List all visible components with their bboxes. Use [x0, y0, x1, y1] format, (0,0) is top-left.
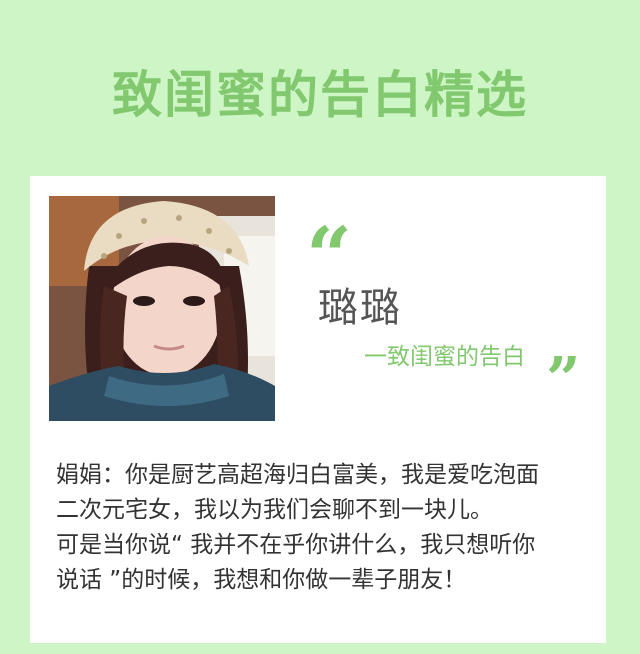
profile-photo [49, 196, 275, 421]
close-quote-mark: ” [546, 345, 581, 415]
confession-subtitle: 一致闺蜜的告白 [364, 344, 525, 370]
person-name: 璐璐 [318, 285, 402, 331]
page-title: 致闺蜜的告白精选 [112, 66, 528, 124]
confession-line: 二次元宅女，我以为我们会聊不到一块儿。 [56, 497, 493, 523]
confession-line: 说话 ”的时候，我想和你做一辈子朋友！ [56, 567, 467, 593]
confession-line: 可是当你说“ 我并不在乎你讲什么，我只想听你 [56, 532, 536, 558]
confession-card: “ 璐璐 一致闺蜜的告白 ” 娟娟：你是厨艺高超海归白富美，我是爱吃泡面 二次元… [30, 176, 606, 643]
confession-text: 娟娟：你是厨艺高超海归白富美，我是爱吃泡面 二次元宅女，我以为我们会聊不到一块儿… [56, 458, 586, 598]
confession-line: 娟娟：你是厨艺高超海归白富美，我是爱吃泡面 [56, 462, 539, 488]
